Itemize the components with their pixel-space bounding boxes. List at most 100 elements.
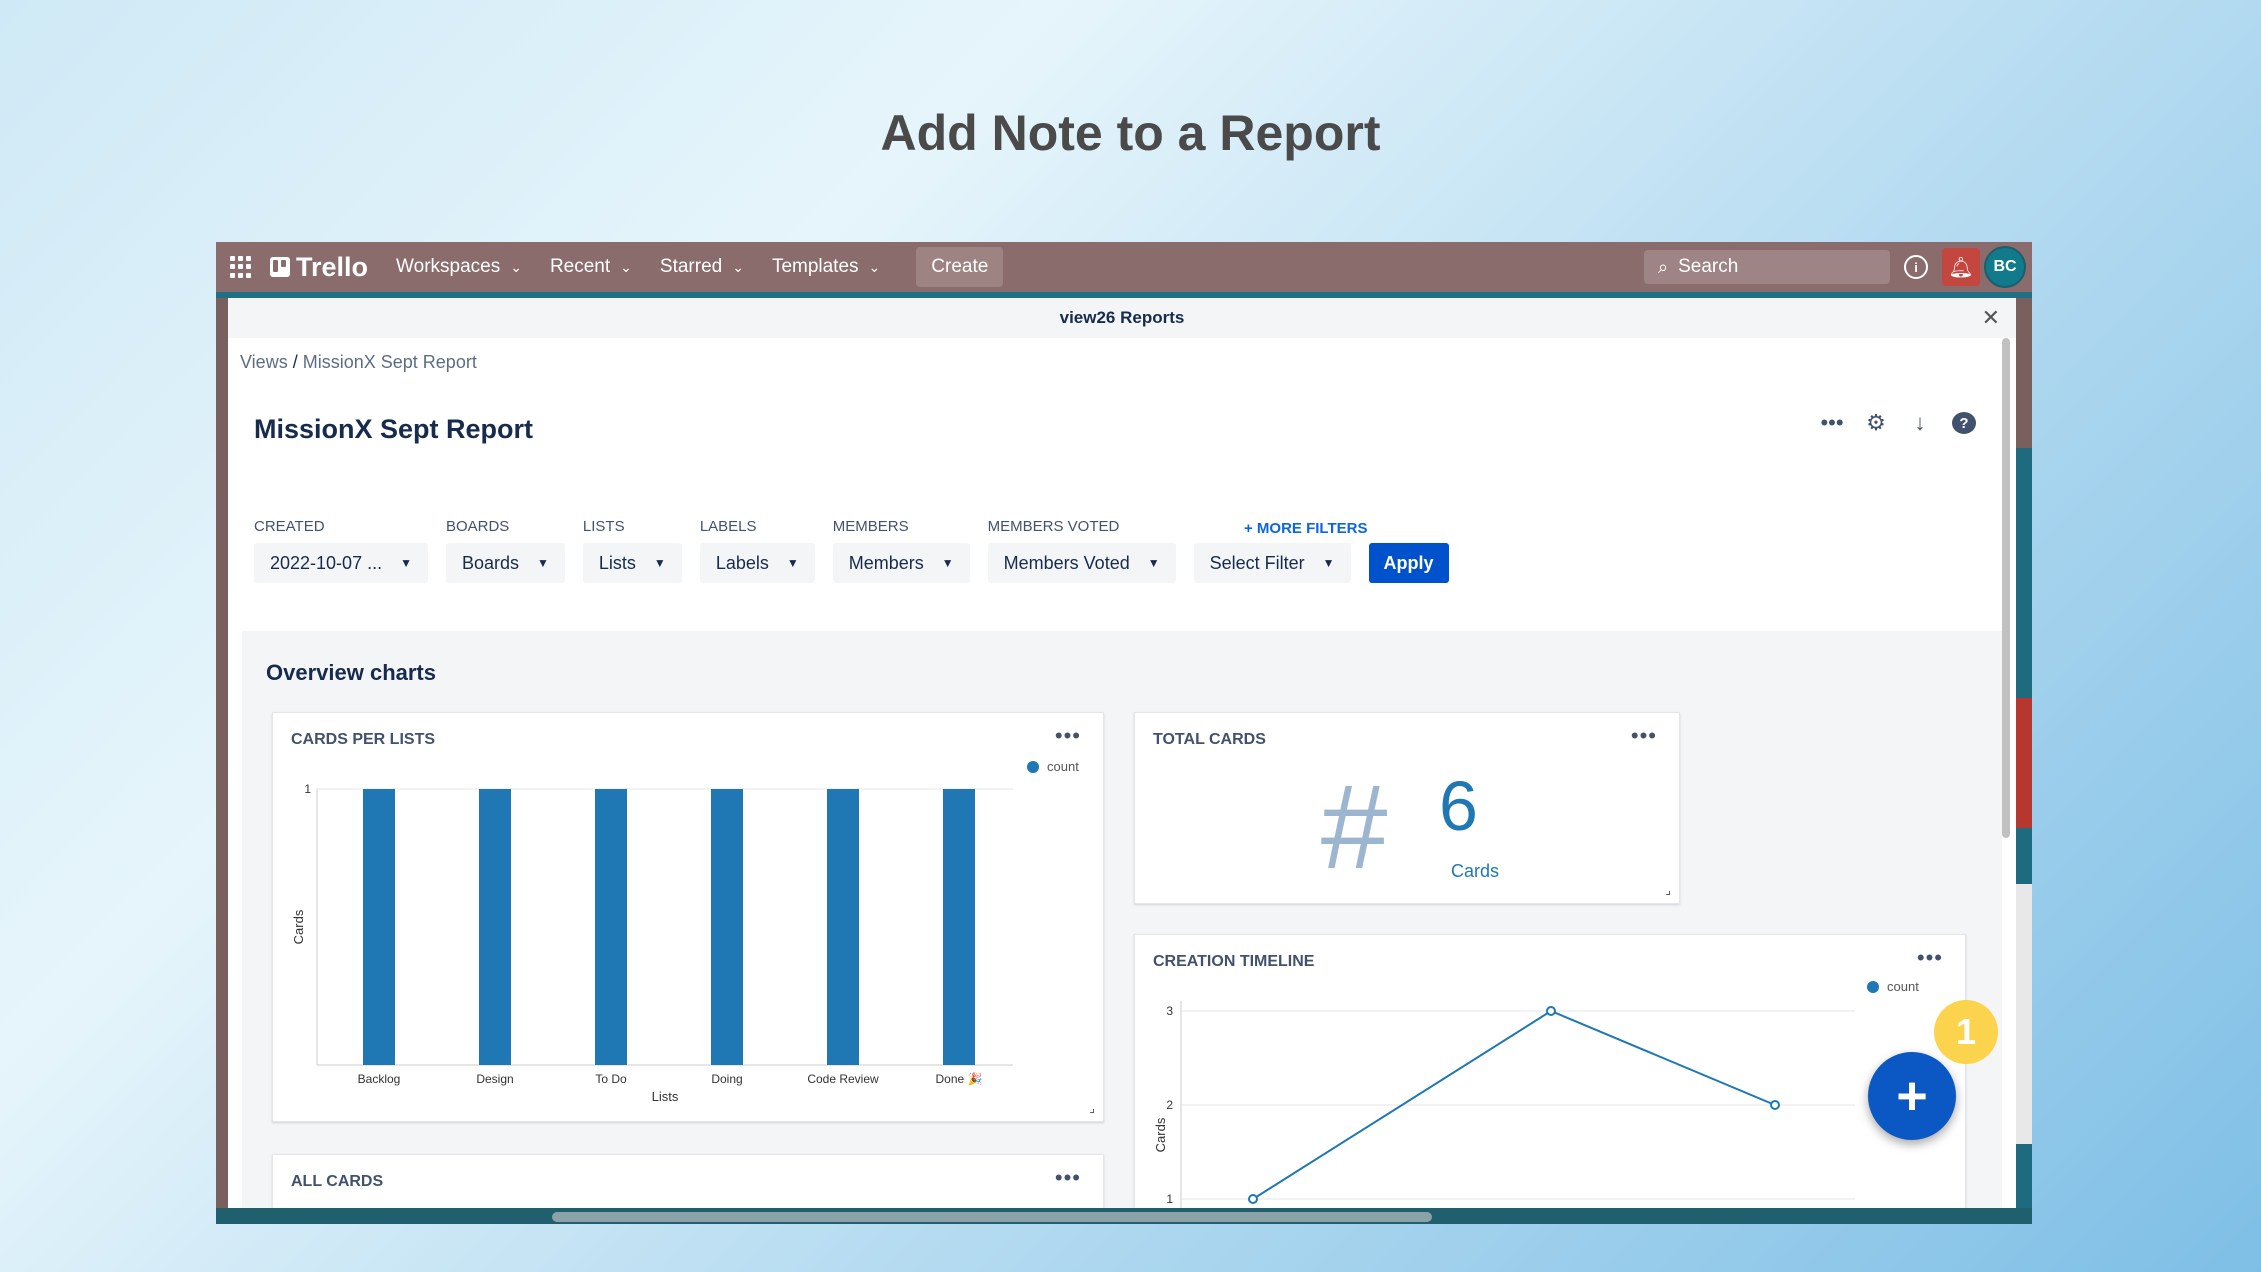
logo-text: Trello bbox=[296, 251, 369, 282]
boards-value: Boards bbox=[461, 552, 520, 573]
bar-0 bbox=[363, 789, 395, 1065]
filter-label: BOARDS bbox=[445, 518, 510, 535]
search-input[interactable]: ⌕ Search bbox=[1644, 250, 1890, 284]
members-value: Members bbox=[848, 552, 924, 573]
trello-logo[interactable]: Trello bbox=[270, 252, 368, 283]
bar-1 bbox=[479, 789, 511, 1065]
filter-label: MEMBERS bbox=[832, 518, 909, 535]
add-note-button[interactable]: + bbox=[1868, 1052, 1956, 1140]
report-actions: ••• ⚙ ↓ ? bbox=[1820, 410, 1976, 436]
all-cards-card: ALL CARDS ••• bbox=[272, 1154, 1104, 1208]
horizontal-scrollbar[interactable] bbox=[216, 1208, 2032, 1224]
gear-icon[interactable]: ⚙ bbox=[1864, 410, 1888, 436]
legend-label: count bbox=[1047, 759, 1079, 774]
line-chart: 1 2 3 Cards count bbox=[1153, 979, 1919, 1208]
members-select[interactable]: Members ▼ bbox=[832, 543, 970, 583]
chevron-down-icon: ▼ bbox=[1147, 556, 1160, 570]
chevron-down-icon: ⌄ bbox=[620, 258, 632, 275]
resize-handle-icon[interactable]: ⌟ bbox=[1089, 1101, 1095, 1115]
nav-recent-label: Recent bbox=[549, 256, 611, 277]
x-axis-label: Lists bbox=[652, 1089, 679, 1104]
create-button[interactable]: Create bbox=[916, 247, 1004, 287]
select-filter-dropdown[interactable]: Select Filter ▼ bbox=[1193, 543, 1351, 583]
nav-templates[interactable]: Templates ⌄ bbox=[772, 256, 880, 278]
chevron-down-icon: ⌄ bbox=[510, 258, 522, 275]
breadcrumb: Views / MissionX Sept Report bbox=[240, 352, 477, 373]
data-point-1 bbox=[1546, 1006, 1556, 1016]
app-switcher-icon[interactable] bbox=[230, 256, 252, 278]
nav-recent[interactable]: Recent ⌄ bbox=[550, 256, 632, 278]
lists-value: Lists bbox=[598, 552, 636, 573]
filter-extra: Select Filter ▼ bbox=[1193, 535, 1351, 583]
filter-boards: BOARDS Boards ▼ bbox=[445, 518, 565, 583]
close-icon[interactable]: ✕ bbox=[1982, 305, 2000, 331]
x-tick-label: Code Review bbox=[807, 1072, 879, 1086]
creation-timeline-card: CREATION TIMELINE ••• 1 2 3 Cards count bbox=[1134, 934, 1966, 1208]
members-voted-value: Members Voted bbox=[1003, 552, 1130, 573]
legend-label: count bbox=[1887, 979, 1919, 994]
total-cards-unit: Cards bbox=[1451, 861, 1500, 881]
filter-label: LABELS bbox=[699, 518, 757, 535]
x-tick-label: Doing bbox=[711, 1072, 742, 1086]
resize-handle-icon[interactable]: ⌟ bbox=[1665, 883, 1671, 897]
help-icon[interactable]: ? bbox=[1952, 412, 1976, 434]
board-lists-peek bbox=[2016, 448, 2032, 1224]
breadcrumb-separator: / bbox=[292, 352, 298, 372]
trello-logo-icon bbox=[270, 257, 290, 277]
download-icon[interactable]: ↓ bbox=[1908, 410, 1932, 436]
y-axis-label: Cards bbox=[1153, 1117, 1168, 1152]
info-icon[interactable]: i bbox=[1904, 255, 1928, 279]
x-tick-label: To Do bbox=[595, 1072, 627, 1086]
notification-bell-icon[interactable]: 🔔︎ bbox=[1942, 248, 1980, 286]
nav-workspaces-label: Workspaces bbox=[396, 256, 501, 277]
created-select[interactable]: 2022-10-07 ... ▼ bbox=[254, 543, 428, 583]
y-tick-label: 2 bbox=[1166, 1098, 1173, 1112]
board-list-peek-white bbox=[2016, 884, 2032, 1144]
data-point-2 bbox=[1770, 1100, 1780, 1110]
chevron-down-icon: ▼ bbox=[400, 556, 412, 570]
filter-label: CREATED bbox=[254, 518, 325, 535]
total-cards-card: TOTAL CARDS ••• # 6 Cards ⌟ bbox=[1134, 712, 1680, 904]
more-options-icon[interactable]: ••• bbox=[1055, 1165, 1081, 1191]
lists-select[interactable]: Lists ▼ bbox=[582, 543, 682, 583]
labels-select[interactable]: Labels ▼ bbox=[699, 543, 815, 583]
modal-header: view26 Reports ✕ bbox=[228, 298, 2016, 338]
avatar[interactable]: BC bbox=[1984, 246, 2026, 288]
y-tick-label: 1 bbox=[1166, 1192, 1173, 1206]
legend-marker bbox=[1027, 761, 1039, 773]
card-title: TOTAL CARDS bbox=[1153, 731, 1266, 748]
filter-lists: LISTS Lists ▼ bbox=[582, 518, 682, 583]
apply-button[interactable]: Apply bbox=[1368, 543, 1449, 583]
chevron-down-icon: ▼ bbox=[1322, 556, 1335, 570]
card-title: ALL CARDS bbox=[291, 1173, 384, 1190]
chevron-down-icon: ⌄ bbox=[868, 258, 881, 275]
bar-4 bbox=[827, 789, 859, 1065]
members-voted-select[interactable]: Members Voted ▼ bbox=[987, 543, 1176, 583]
x-tick-label: Design bbox=[476, 1072, 513, 1086]
nav-workspaces[interactable]: Workspaces ⌄ bbox=[396, 256, 522, 278]
created-value: 2022-10-07 ... bbox=[270, 552, 383, 573]
nav-starred[interactable]: Starred ⌄ bbox=[660, 256, 744, 278]
page-title: MissionX Sept Report bbox=[254, 414, 534, 444]
more-filters-link[interactable]: + MORE FILTERS bbox=[1244, 520, 1367, 537]
x-tick-label: Backlog bbox=[358, 1072, 401, 1086]
total-cards-value: 6 bbox=[1439, 767, 1478, 845]
chevron-down-icon: ▼ bbox=[537, 556, 549, 570]
bar-5 bbox=[943, 789, 975, 1065]
more-options-icon[interactable]: ••• bbox=[1820, 410, 1844, 436]
step-badge: 1 bbox=[1934, 1000, 1998, 1064]
modal-scrollbar[interactable] bbox=[2002, 338, 2010, 838]
filter-label: LISTS bbox=[582, 518, 625, 535]
scrollbar-thumb[interactable] bbox=[552, 1212, 1432, 1222]
legend-marker bbox=[1867, 981, 1879, 993]
board-list-peek-red bbox=[2016, 698, 2032, 828]
y-axis-label: Cards bbox=[291, 909, 306, 944]
more-options-icon[interactable]: ••• bbox=[1631, 723, 1657, 749]
breadcrumb-current: MissionX Sept Report bbox=[302, 352, 477, 372]
boards-select[interactable]: Boards ▼ bbox=[445, 543, 565, 583]
filter-labels: LABELS Labels ▼ bbox=[699, 518, 815, 583]
overview-title: Overview charts bbox=[266, 660, 436, 685]
filter-members-voted: MEMBERS VOTED Members Voted ▼ bbox=[987, 518, 1176, 583]
filter-created: CREATED 2022-10-07 ... ▼ bbox=[254, 518, 428, 583]
breadcrumb-views[interactable]: Views bbox=[240, 352, 288, 372]
